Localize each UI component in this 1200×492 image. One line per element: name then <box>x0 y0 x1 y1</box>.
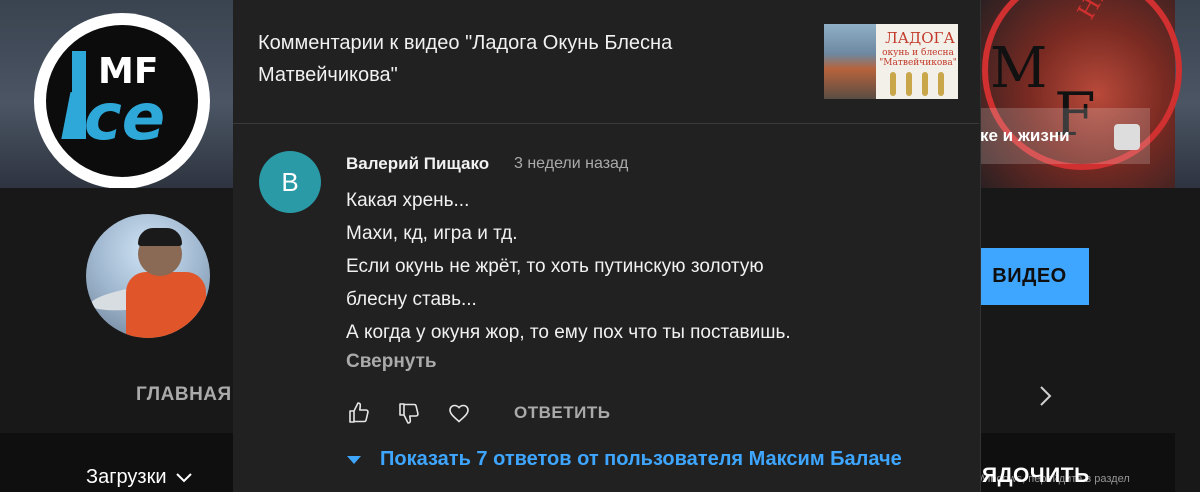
channel-avatar[interactable] <box>86 214 210 338</box>
uploads-label: Загрузки <box>86 466 167 488</box>
video-thumbnail[interactable]: ЛАДОГА окунь и блесна "Матвейчикова" <box>824 24 958 99</box>
comment-line: блесну ставь... <box>346 289 477 310</box>
tab-home[interactable]: ГЛАВНАЯ <box>136 384 232 406</box>
lure-image <box>890 72 896 96</box>
show-replies-label: Показать 7 ответов от пользователя Макси… <box>380 448 902 470</box>
mf-ice-logo: MF Ice <box>34 13 210 189</box>
collapse-button[interactable]: Свернуть <box>346 351 437 373</box>
lure-image <box>938 72 944 96</box>
heart-icon[interactable] <box>446 400 472 426</box>
panel-title: Комментарии к видео "Ладога Окунь Блесна… <box>258 32 673 86</box>
videos-button[interactable]: ВИДЕО <box>970 248 1089 305</box>
show-replies-button[interactable]: Показать 7 ответов от пользователя Макси… <box>346 448 902 471</box>
uploads-dropdown[interactable]: Загрузки <box>86 466 193 489</box>
comment-text: Какая хрень... Махи, кд, игра и тд. Если… <box>346 184 946 349</box>
thumbs-down-icon[interactable] <box>396 400 422 426</box>
avatar-hat <box>138 228 182 246</box>
comment-line: А когда у окуня жор, то ему пох что ты п… <box>346 322 791 343</box>
logo-text-ice: Ice <box>60 81 166 155</box>
mf-ice-logo-inner: MF Ice <box>46 25 198 177</box>
comment-timestamp[interactable]: 3 недели назад <box>514 155 628 173</box>
avatar-jacket <box>126 272 206 338</box>
thumbnail-title: ЛАДОГА <box>885 29 955 47</box>
thumbs-up-icon[interactable] <box>346 400 372 426</box>
link-favicon-icon <box>1114 124 1140 150</box>
comment-line: Махи, кд, игра и тд. <box>346 223 518 244</box>
comment-line: Какая хрень... <box>346 190 470 211</box>
caret-down-icon <box>347 455 361 464</box>
herablina-logo-m: M <box>990 36 1048 101</box>
thumbnail-photo <box>824 24 876 99</box>
chevron-right-icon[interactable] <box>1038 384 1054 408</box>
lure-image <box>906 72 912 96</box>
comment-author[interactable]: Валерий Пищако <box>346 154 489 174</box>
lure-image <box>922 72 928 96</box>
comment-line: Если окунь не жрёт, то хоть путинскую зо… <box>346 256 764 277</box>
comment-actions: ОТВЕТИТЬ <box>346 400 610 426</box>
thumbnail-subtitle-2: "Матвейчикова" <box>879 58 957 68</box>
comments-panel: Комментарии к видео "Ладога Окунь Блесна… <box>233 0 981 492</box>
banner-link[interactable]: ке и жизни <box>962 108 1150 164</box>
thumbnail-subtitle: окунь и блесна <box>882 48 954 58</box>
chevron-down-icon <box>175 472 192 482</box>
comments-panel-header: Комментарии к видео "Ладога Окунь Блесна… <box>233 0 979 124</box>
banner-link-label: ке и жизни <box>980 126 1070 145</box>
comment-author-avatar[interactable]: В <box>259 151 321 213</box>
reply-button[interactable]: ОТВЕТИТЬ <box>514 403 610 423</box>
